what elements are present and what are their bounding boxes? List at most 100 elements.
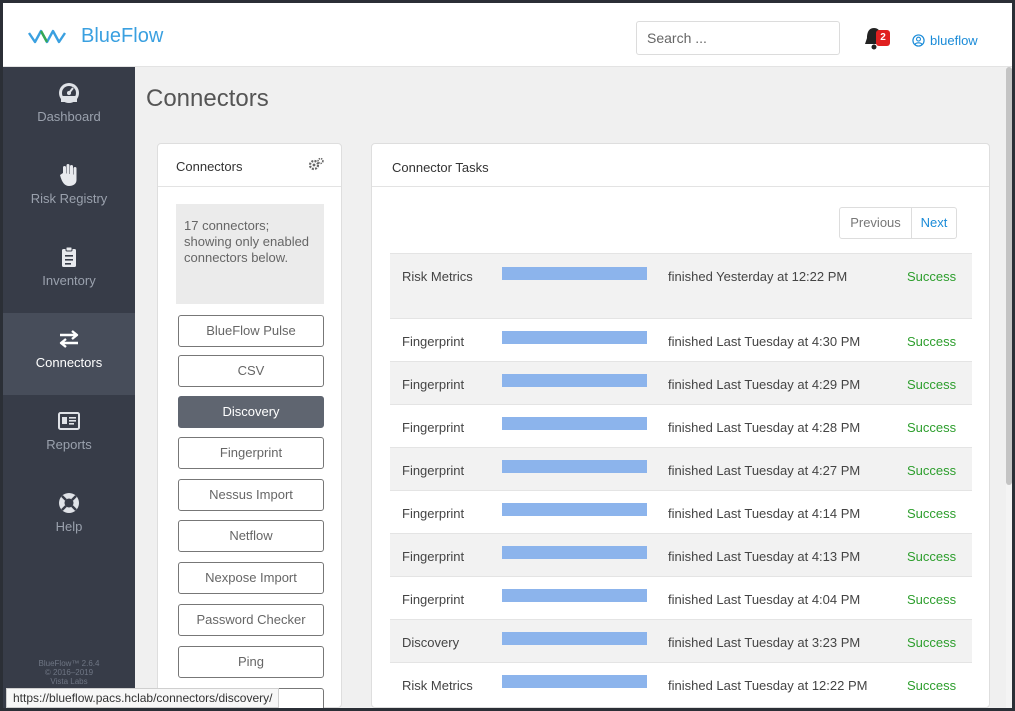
sidebar-item-connectors[interactable]: Connectors	[3, 313, 135, 395]
page-scrollbar[interactable]	[1006, 67, 1012, 708]
task-status: Success	[907, 678, 957, 693]
task-progress-bar	[502, 589, 647, 602]
task-name: Fingerprint	[402, 592, 465, 607]
task-time: finished Last Tuesday at 4:30 PM	[668, 334, 861, 349]
page-title: Connectors	[146, 85, 269, 112]
previous-page-button[interactable]: Previous	[840, 208, 912, 238]
dashboard-icon	[59, 83, 79, 103]
task-row: Fingerprint finished Last Tuesday at 4:0…	[390, 576, 972, 619]
task-time: finished Last Tuesday at 3:23 PM	[668, 635, 861, 650]
task-row: Risk Metrics finished Last Tuesday at 12…	[390, 662, 972, 707]
task-time: finished Last Tuesday at 4:14 PM	[668, 506, 861, 521]
clipboard-icon	[62, 246, 76, 267]
sidebar-item-label: Connectors	[35, 355, 103, 370]
task-progress-bar	[502, 675, 647, 688]
task-status: Success	[907, 377, 957, 392]
connector-button-nexpose-import[interactable]: Nexpose Import	[178, 562, 324, 594]
task-row: Fingerprint finished Last Tuesday at 4:1…	[390, 490, 972, 533]
task-status: Success	[907, 420, 957, 435]
sidebar-item-dashboard[interactable]: Dashboard	[3, 67, 135, 149]
user-menu[interactable]: blueflow	[912, 33, 978, 48]
task-name: Fingerprint	[402, 377, 465, 392]
connector-button-password-checker[interactable]: Password Checker	[178, 604, 324, 636]
task-status: Success	[907, 635, 957, 650]
task-status: Success	[907, 549, 957, 564]
sidebar-item-label: Inventory	[42, 273, 96, 288]
pagination: Previous Next	[839, 207, 957, 239]
connector-button-discovery[interactable]: Discovery	[178, 396, 324, 428]
notification-badge: 2	[876, 30, 890, 46]
task-list: Risk Metrics finished Yesterday at 12:22…	[390, 253, 972, 707]
task-status: Success	[907, 269, 957, 284]
task-time: finished Last Tuesday at 4:04 PM	[668, 592, 861, 607]
username: blueflow	[930, 33, 978, 48]
lifebuoy-icon	[59, 493, 79, 513]
link-status-bar: https://blueflow.pacs.hclab/connectors/d…	[6, 688, 280, 708]
connector-tasks-panel: Connector Tasks Previous Next Risk Metri…	[371, 143, 990, 708]
task-progress-bar	[502, 503, 647, 516]
sidebar-footer: BlueFlow™ 2.6.4 © 2016–2019 Vista Labs	[3, 659, 135, 686]
sidebar-item-reports[interactable]: Reports	[3, 395, 135, 477]
logo-text: BlueFlow	[81, 25, 164, 47]
sidebar-item-inventory[interactable]: Inventory	[3, 231, 135, 313]
next-page-button[interactable]: Next	[912, 208, 956, 238]
connector-button-nessus-import[interactable]: Nessus Import	[178, 479, 324, 511]
logo-wave-icon	[28, 29, 66, 43]
connector-tasks-header: Connector Tasks	[372, 144, 989, 187]
task-progress-bar	[502, 546, 647, 559]
version-text: BlueFlow™ 2.6.4	[38, 659, 100, 668]
connectors-panel: Connectors 17 connectors; showing only e…	[157, 143, 342, 708]
top-bar: BlueFlow 2 blueflow	[3, 3, 1012, 67]
task-row: Fingerprint finished Last Tuesday at 4:2…	[390, 447, 972, 490]
gears-icon[interactable]	[308, 157, 324, 171]
task-name: Fingerprint	[402, 463, 465, 478]
task-name: Fingerprint	[402, 506, 465, 521]
connectors-panel-header: Connectors	[158, 144, 341, 187]
task-name: Risk Metrics	[402, 678, 473, 693]
task-time: finished Last Tuesday at 4:29 PM	[668, 377, 861, 392]
search-input[interactable]	[636, 21, 840, 55]
task-row: Fingerprint finished Last Tuesday at 4:2…	[390, 404, 972, 447]
sidebar: Dashboard Risk Registry Inventory Connec…	[3, 67, 135, 708]
task-row: Fingerprint finished Last Tuesday at 4:2…	[390, 361, 972, 404]
sidebar-item-label: Dashboard	[37, 109, 101, 124]
connector-button-ping[interactable]: Ping	[178, 646, 324, 678]
sidebar-item-label: Reports	[46, 437, 92, 452]
task-row: Fingerprint finished Last Tuesday at 4:1…	[390, 533, 972, 576]
sidebar-item-label: Help	[55, 519, 83, 534]
connector-button-blueflow-pulse[interactable]: BlueFlow Pulse	[178, 315, 324, 347]
connector-button-netflow[interactable]: Netflow	[178, 520, 324, 552]
connector-tasks-title: Connector Tasks	[392, 160, 489, 175]
company-text: Vista Labs	[50, 677, 88, 686]
user-icon	[912, 34, 925, 47]
task-progress-bar	[502, 331, 647, 344]
task-progress-bar	[502, 267, 647, 280]
task-name: Fingerprint	[402, 549, 465, 564]
sidebar-item-label: Risk Registry	[30, 191, 108, 206]
task-name: Fingerprint	[402, 420, 465, 435]
task-progress-bar	[502, 460, 647, 473]
task-name: Risk Metrics	[402, 269, 473, 284]
connector-button-csv[interactable]: CSV	[178, 355, 324, 387]
task-progress-bar	[502, 417, 647, 430]
sidebar-item-help[interactable]: Help	[3, 477, 135, 559]
task-time: finished Yesterday at 12:22 PM	[668, 269, 848, 284]
sidebar-item-risk-registry[interactable]: Risk Registry	[3, 149, 135, 231]
task-status: Success	[907, 463, 957, 478]
task-time: finished Last Tuesday at 12:22 PM	[668, 678, 868, 693]
logo[interactable]: BlueFlow	[27, 25, 163, 48]
task-time: finished Last Tuesday at 4:13 PM	[668, 549, 861, 564]
task-row: Discovery finished Last Tuesday at 3:23 …	[390, 619, 972, 662]
hand-icon	[60, 164, 77, 186]
id-card-icon	[58, 412, 80, 430]
connectors-summary: 17 connectors; showing only enabled conn…	[176, 204, 324, 304]
task-status: Success	[907, 334, 957, 349]
task-row: Risk Metrics finished Yesterday at 12:22…	[390, 253, 972, 318]
task-time: finished Last Tuesday at 4:27 PM	[668, 463, 861, 478]
task-name: Fingerprint	[402, 334, 465, 349]
task-time: finished Last Tuesday at 4:28 PM	[668, 420, 861, 435]
scrollbar-thumb[interactable]	[1006, 67, 1012, 485]
connector-button-fingerprint[interactable]: Fingerprint	[178, 437, 324, 469]
connectors-panel-title: Connectors	[176, 159, 243, 174]
app-window: BlueFlow 2 blueflow Da	[3, 3, 1012, 708]
